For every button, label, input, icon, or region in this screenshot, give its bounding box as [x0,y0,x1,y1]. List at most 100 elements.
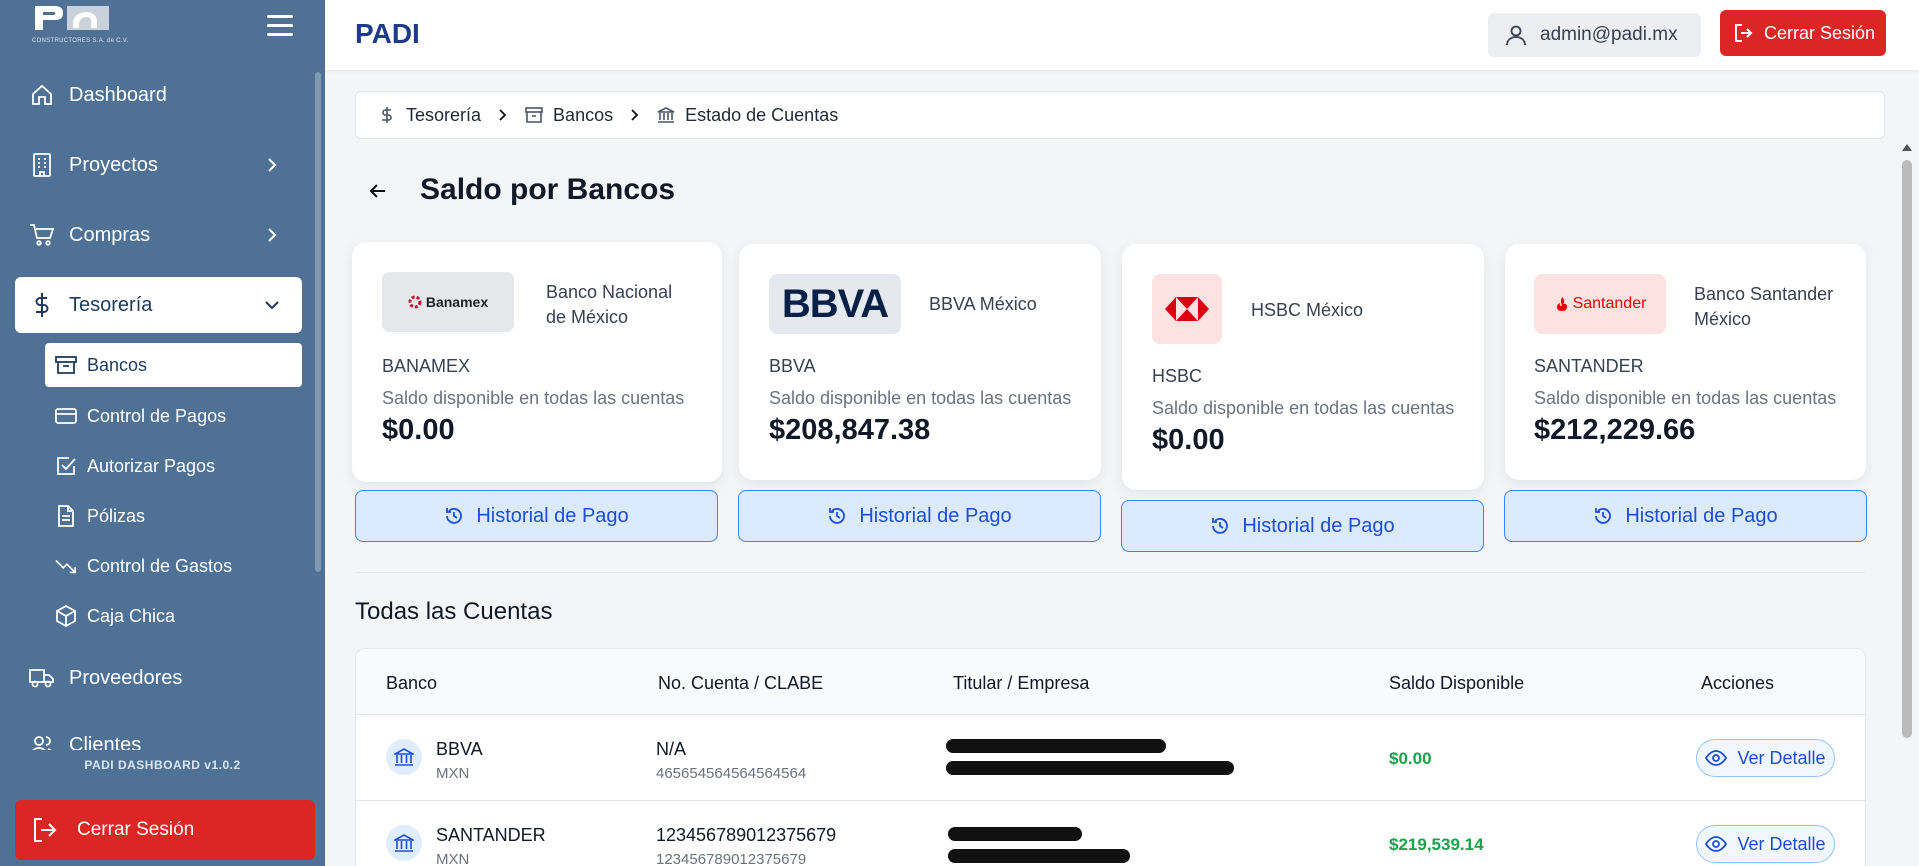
menu-toggle-icon[interactable] [267,15,293,37]
bank-logo-text: BBVA [781,281,889,326]
sidebar-item-compras[interactable]: Compras [15,207,302,263]
users-icon [29,732,55,750]
sidebar-item-label: Proyectos [69,153,158,176]
bank-full-name: Banco Santander México [1694,284,1834,329]
breadcrumb-tesoreria[interactable]: Tesorería [378,105,481,126]
hsbc-hexagon-icon [1165,297,1209,321]
history-button-banamex[interactable]: Historial de Pago [355,490,718,542]
home-icon [29,82,55,108]
redacted-holder-name [946,739,1166,753]
bank-code: BANAMEX [382,356,471,376]
user-chip[interactable]: admin@padi.mx [1488,13,1701,57]
column-header-cuenta: No. Cuenta / CLABE [658,673,824,693]
back-arrow-icon[interactable] [366,179,390,203]
banamex-logo: Banamex [382,272,514,332]
sidebar: CONSTRUCTORES S.A. de C.V. Dashboard Pro… [0,0,325,866]
view-detail-label: Ver Detalle [1737,747,1826,768]
history-icon [1212,518,1229,534]
history-icon [829,508,846,524]
view-detail-button[interactable]: Ver Detalle [1696,739,1835,777]
section-divider [355,572,1865,573]
table-row: BBVA MXN N/A 465654564564564564 $0.00 Ve… [356,715,1865,801]
row-balance: $219,539.14 [1389,835,1484,854]
padi-logo-icon [35,6,109,30]
building-icon [29,152,55,178]
row-account-number: N/A [656,739,687,759]
row-currency: MXN [436,851,470,866]
view-detail-button[interactable]: Ver Detalle [1696,825,1835,863]
breadcrumb-bancos[interactable]: Bancos [525,105,613,126]
history-button-santander[interactable]: Historial de Pago [1504,490,1867,542]
top-header: PADI admin@padi.mx Cerrar Sesión [325,0,1919,70]
sidebar-item-label: Tesorería [69,293,153,316]
sidebar-item-proveedores[interactable]: Proveedores [15,650,302,706]
bank-code: HSBC [1152,366,1203,386]
redacted-company [948,849,1130,863]
sidebar-scrollbar[interactable] [313,62,323,750]
sidebar-logout-button[interactable]: Cerrar Sesión [15,800,315,860]
column-header-saldo: Saldo Disponible [1389,673,1525,693]
breadcrumb-label: Bancos [553,104,614,125]
bank-balance: $0.00 [1152,424,1225,456]
chevron-right-icon [268,228,277,242]
main-scrollbar[interactable] [1898,140,1916,866]
logout-icon [1735,24,1753,42]
submenu-item-bancos[interactable]: Bancos [45,343,302,387]
row-clabe: 465654564564564564 [656,765,807,782]
sidebar-item-tesoreria[interactable]: Tesorería [15,277,302,333]
archive-icon [525,107,543,123]
sidebar-item-dashboard[interactable]: Dashboard [15,67,302,123]
app-version: PADI DASHBOARD v1.0.2 [84,758,241,772]
hsbc-logo [1152,274,1222,344]
submenu-item-control-de-pagos[interactable]: Control de Pagos [45,394,302,438]
bank-icon [657,107,675,123]
accounts-table: Banco No. Cuenta / CLABE Titular / Empre… [355,648,1866,866]
history-button-label: Historial de Pago [1242,514,1395,537]
bank-description: Saldo disponible en todas las cuentas [1534,388,1837,408]
bank-balance: $0.00 [382,414,455,446]
history-button-hsbc[interactable]: Historial de Pago [1121,500,1484,552]
submenu-item-label: Bancos [87,354,148,375]
history-button-bbva[interactable]: Historial de Pago [738,490,1101,542]
sidebar-item-label: Clientes [69,733,142,751]
sidebar-item-clientes[interactable]: Clientes [15,717,302,750]
submenu-item-autorizar-pagos[interactable]: Autorizar Pagos [45,444,302,488]
history-button-label: Historial de Pago [476,504,629,527]
column-header-acciones: Acciones [1701,673,1775,693]
bank-icon [386,739,422,775]
chevron-right-icon [499,109,507,121]
bank-full-name: Banco Nacional de México [546,282,673,327]
bank-full-name: BBVA México [929,294,1037,314]
document-icon [55,505,77,527]
user-icon [1506,25,1526,46]
truck-icon [29,665,55,691]
header-logout-button[interactable]: Cerrar Sesión [1720,10,1886,56]
santander-flame-icon [1556,297,1567,311]
submenu-item-control-de-gastos[interactable]: Control de Gastos [45,544,302,588]
table-row: SANTANDER MXN 123456789012375679 1234567… [356,801,1865,866]
eye-icon [1705,836,1728,852]
bank-description: Saldo disponible en todas las cuentas [769,388,1072,408]
cart-icon [29,222,55,248]
bank-full-name: HSBC México [1251,300,1364,320]
row-account-number: 123456789012375679 [656,825,837,845]
submenu-item-label: Caja Chica [87,605,176,626]
row-bank-name: BBVA [436,739,483,759]
bank-card-banamex: Banamex Banco Nacional de México BANAMEX… [352,242,722,482]
column-header-banco: Banco [386,673,438,693]
bank-card-hsbc: HSBC México HSBC Saldo disponible en tod… [1122,244,1484,490]
company-logo[interactable]: CONSTRUCTORES S.A. de C.V. [30,0,128,50]
logout-icon [34,818,57,842]
user-email: admin@padi.mx [1540,24,1678,45]
sidebar-item-proyectos[interactable]: Proyectos [15,137,302,193]
bank-code: BBVA [769,356,816,376]
bank-description: Saldo disponible en todas las cuentas [1152,398,1455,418]
logo-subtitle: CONSTRUCTORES S.A. de C.V. [32,38,129,44]
submenu-item-caja-chica[interactable]: Caja Chica [45,594,302,638]
submenu-item-label: Autorizar Pagos [87,455,216,476]
submenu-item-label: Pólizas [87,505,146,526]
check-square-icon [55,455,77,477]
history-icon [1595,508,1612,524]
trend-down-icon [55,555,77,577]
submenu-item-polizas[interactable]: Pólizas [45,494,302,538]
